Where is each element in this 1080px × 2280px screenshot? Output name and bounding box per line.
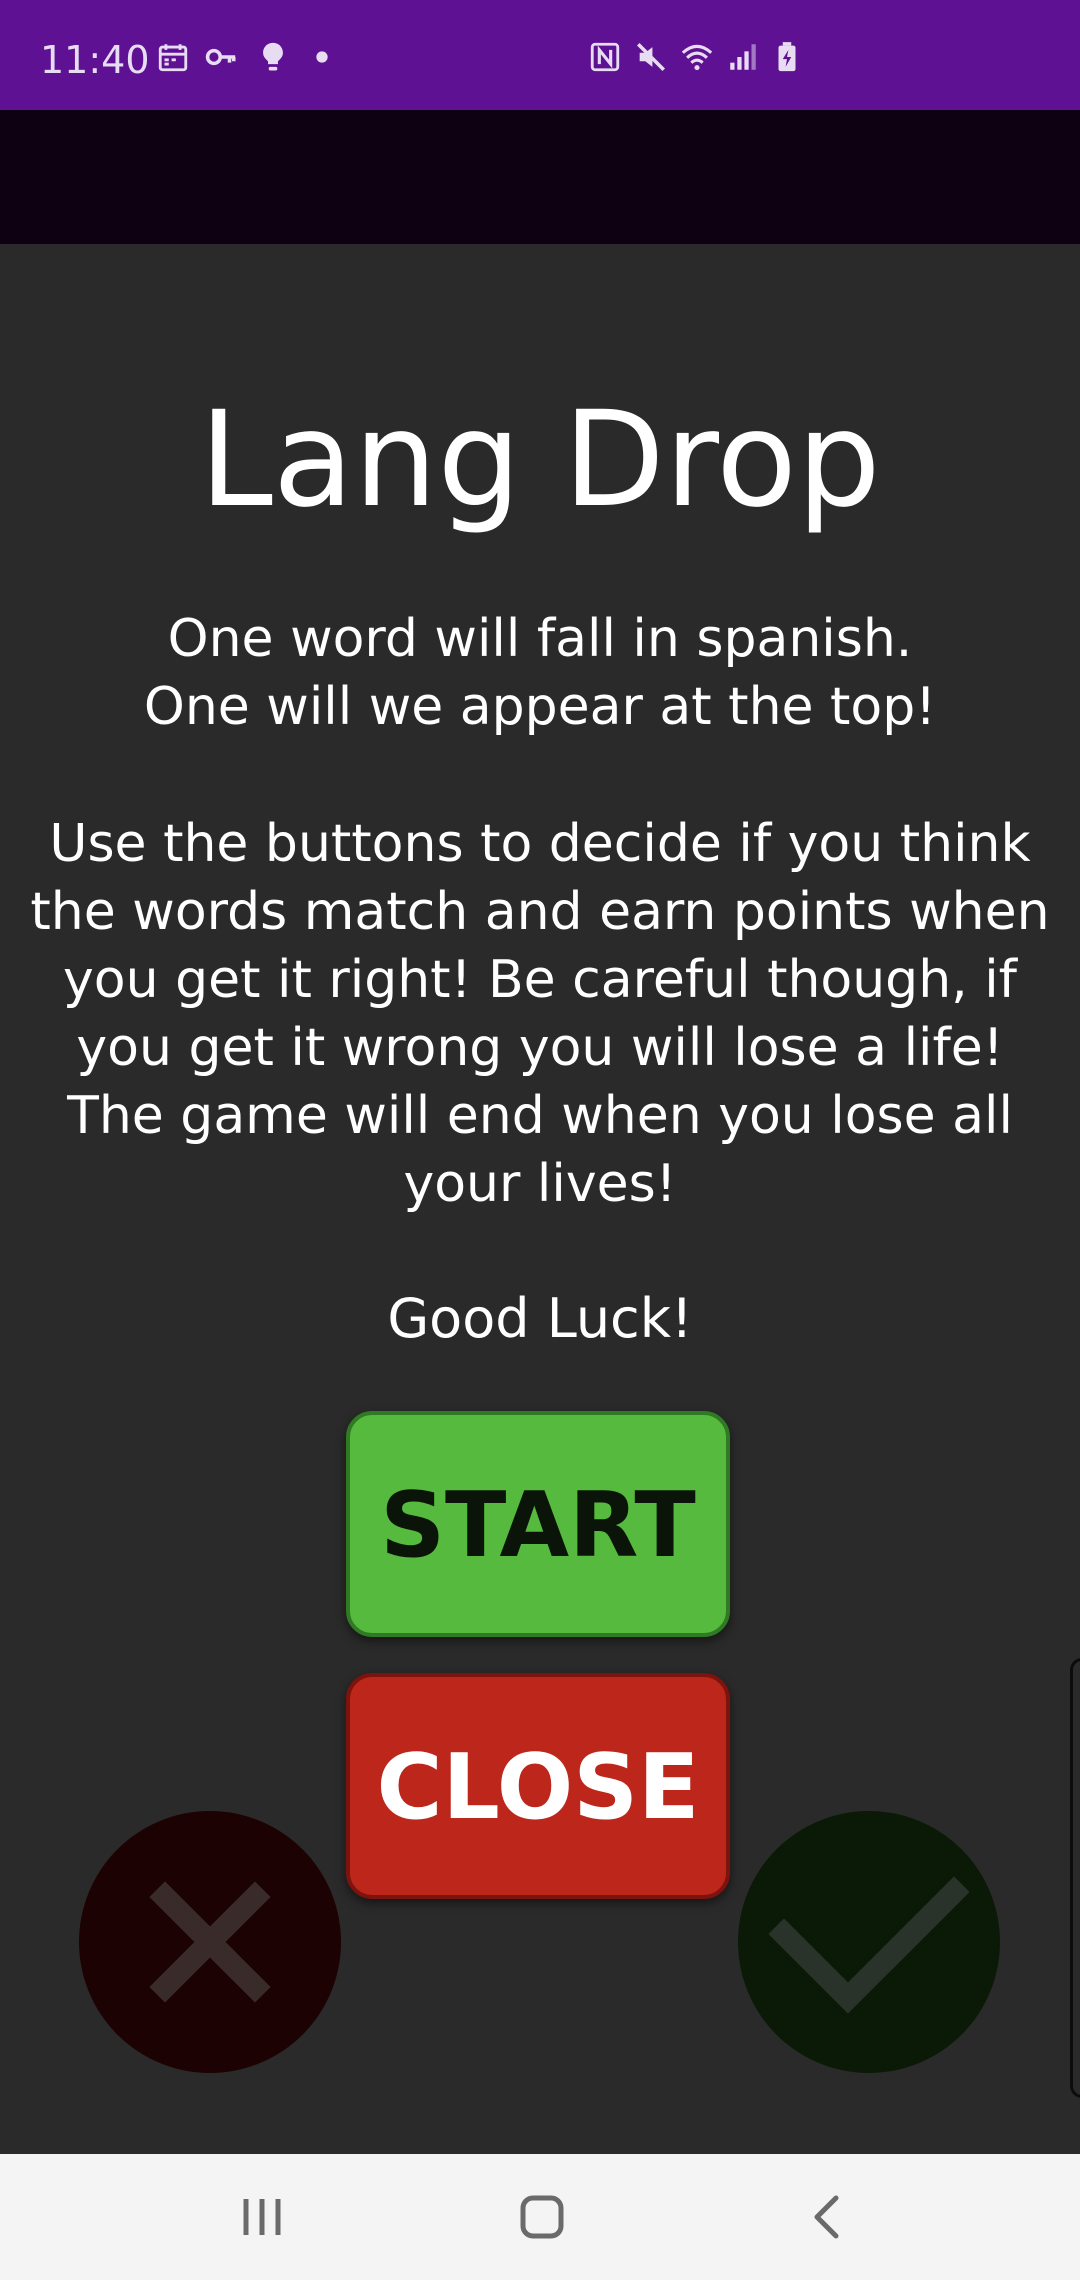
calendar-icon (156, 40, 190, 74)
home-button[interactable] (482, 2154, 602, 2280)
intro-line-2: One will we appear at the top! (143, 677, 937, 737)
intro-text: One word will fall in spanish. One will … (0, 605, 1080, 741)
screen: 11:40 Lang Drop One word will fall in sp… (0, 0, 1080, 2280)
wifi-icon (680, 40, 714, 74)
right-answer-button[interactable] (738, 1811, 1000, 2073)
navigation-bar (0, 2154, 1080, 2280)
mute-icon (634, 40, 668, 74)
wrong-answer-button[interactable] (79, 1811, 341, 2073)
status-bar: 11:40 (0, 0, 1080, 110)
status-time: 11:40 (40, 38, 150, 82)
good-luck-text: Good Luck! (387, 1287, 693, 1350)
signal-icon (726, 40, 760, 74)
home-icon (520, 2195, 564, 2239)
rules-text: Use the buttons to decide if you think t… (30, 814, 1050, 1214)
close-button[interactable]: CLOSE (346, 1673, 730, 1899)
back-button[interactable] (764, 2154, 884, 2280)
recent-apps-icon (243, 2199, 281, 2235)
edge-panel-handle[interactable] (1070, 1658, 1080, 2098)
checkmark-icon (768, 1876, 970, 2014)
vpn-key-icon (204, 40, 238, 74)
intro-line-1: One word will fall in spanish. (167, 609, 913, 669)
app-bar (0, 110, 1080, 244)
dot-icon (305, 40, 339, 74)
battery-charging-icon (770, 40, 804, 74)
start-button[interactable]: START (346, 1411, 730, 1637)
back-icon (814, 2195, 839, 2239)
nfc-icon (588, 40, 622, 74)
lightbulb-icon (256, 40, 290, 74)
recent-apps-button[interactable] (202, 2154, 322, 2280)
page-title: Lang Drop (199, 383, 881, 537)
close-x-icon (149, 1881, 271, 2003)
